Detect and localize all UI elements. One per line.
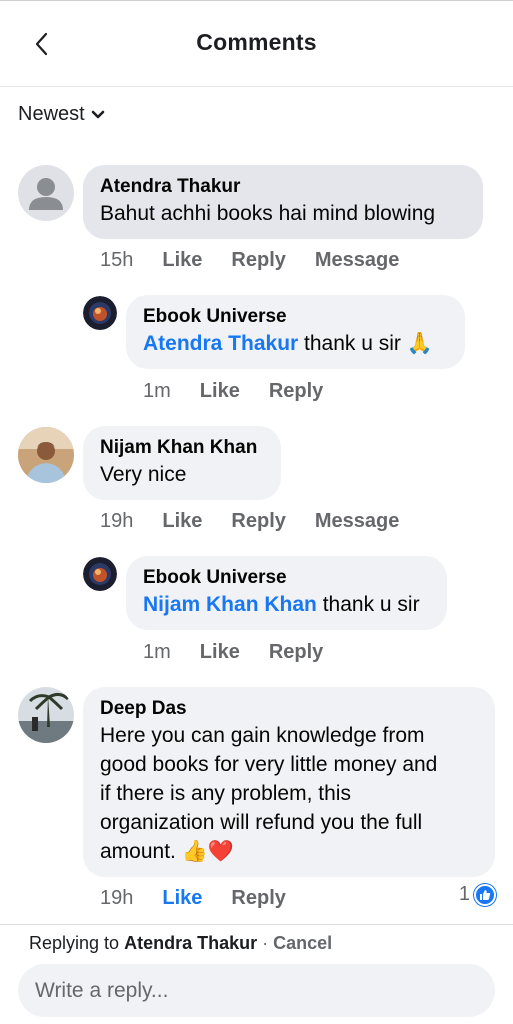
replying-to-label: Replying to Atendra Thakur · Cancel — [29, 933, 332, 954]
page-avatar[interactable] — [83, 296, 117, 330]
comment-text-line: Here you can gain knowledge from — [100, 724, 425, 747]
reaction-count[interactable]: 1 — [459, 883, 496, 906]
chevron-down-icon — [91, 110, 105, 118]
reply-input[interactable] — [18, 964, 495, 1017]
comment-text-line: organization will refund you the full — [100, 811, 423, 834]
default-avatar-icon — [29, 178, 63, 210]
comment-actions: 19h Like Reply — [100, 887, 315, 910]
comment-bubble[interactable]: Deep Das Here you can gain knowledge fro… — [83, 687, 495, 877]
reply-time: 1m — [143, 380, 171, 402]
reply-button[interactable]: Reply — [231, 887, 285, 910]
reply-bubble[interactable]: Ebook Universe Nijam Khan Khan thank u s… — [126, 556, 447, 630]
comment-text-line: amount. 👍❤️ — [100, 840, 235, 863]
reply-time: 1m — [143, 641, 171, 663]
sort-dropdown[interactable]: Newest — [18, 103, 105, 126]
comment-text: Bahut achhi books hai mind blowing — [100, 202, 436, 225]
comment-bubble[interactable]: Nijam Khan Khan Very nice — [83, 426, 281, 500]
reply-button[interactable]: Reply — [269, 641, 323, 664]
comment-time: 19h — [100, 887, 134, 909]
ebook-universe-logo-icon — [83, 296, 117, 330]
mention-link[interactable]: Nijam Khan Khan — [143, 593, 317, 616]
like-button[interactable]: Like — [162, 510, 202, 533]
reply-actions: 1m Like Reply — [143, 641, 352, 664]
user-photo-icon — [18, 687, 74, 743]
reply-text-line: Atendra Thakur thank u sir 🙏 — [143, 329, 447, 358]
reply-author[interactable]: Ebook Universe — [143, 305, 447, 329]
message-button[interactable]: Message — [315, 510, 400, 533]
header: Comments — [0, 1, 513, 87]
comment-actions: 15h Like Reply Message — [100, 249, 428, 272]
comment-time: 15h — [100, 249, 134, 271]
reply-text-line: Nijam Khan Khan thank u sir — [143, 590, 429, 619]
like-button[interactable]: Like — [162, 249, 202, 272]
comment-text-line: if there is any problem, this — [100, 782, 351, 805]
reply-text: thank u sir — [316, 593, 420, 616]
replying-prefix: Replying to — [29, 933, 120, 953]
avatar[interactable] — [18, 165, 74, 221]
page-title: Comments — [196, 29, 317, 55]
reply-button[interactable]: Reply — [231, 249, 285, 272]
reply-author[interactable]: Ebook Universe — [143, 566, 429, 590]
ebook-universe-logo-icon — [83, 557, 117, 591]
like-button[interactable]: Like — [200, 380, 240, 403]
reaction-count-value: 1 — [458, 883, 470, 905]
like-button[interactable]: Like — [200, 641, 240, 664]
reply-button[interactable]: Reply — [231, 510, 285, 533]
separator: · — [257, 933, 274, 953]
replying-target: Atendra Thakur — [124, 933, 258, 953]
avatar[interactable] — [18, 427, 74, 483]
comment-author[interactable]: Nijam Khan Khan — [100, 436, 263, 460]
thumbs-up-icon — [474, 883, 496, 906]
comment-text-line: good books for very little money and — [100, 753, 438, 776]
sort-label: Newest — [18, 103, 85, 125]
reply-button[interactable]: Reply — [269, 380, 323, 403]
like-button[interactable]: Like — [162, 887, 202, 910]
reply-bubble[interactable]: Ebook Universe Atendra Thakur thank u si… — [126, 295, 465, 369]
comment-time: 19h — [100, 510, 134, 532]
comment-bubble[interactable]: Atendra Thakur Bahut achhi books hai min… — [83, 165, 483, 239]
message-button[interactable]: Message — [315, 249, 400, 272]
reply-text: thank u sir 🙏 — [298, 332, 433, 355]
comment-author[interactable]: Deep Das — [100, 697, 477, 721]
cancel-button[interactable]: Cancel — [273, 933, 332, 953]
user-photo-icon — [18, 427, 74, 483]
comment-text: Very nice — [100, 463, 187, 486]
mention-link[interactable]: Atendra Thakur — [143, 332, 298, 355]
avatar[interactable] — [18, 687, 74, 743]
reply-actions: 1m Like Reply — [143, 380, 352, 403]
comment-author[interactable]: Atendra Thakur — [100, 175, 465, 199]
comment-actions: 19h Like Reply Message — [100, 510, 428, 533]
page-avatar[interactable] — [83, 557, 117, 591]
